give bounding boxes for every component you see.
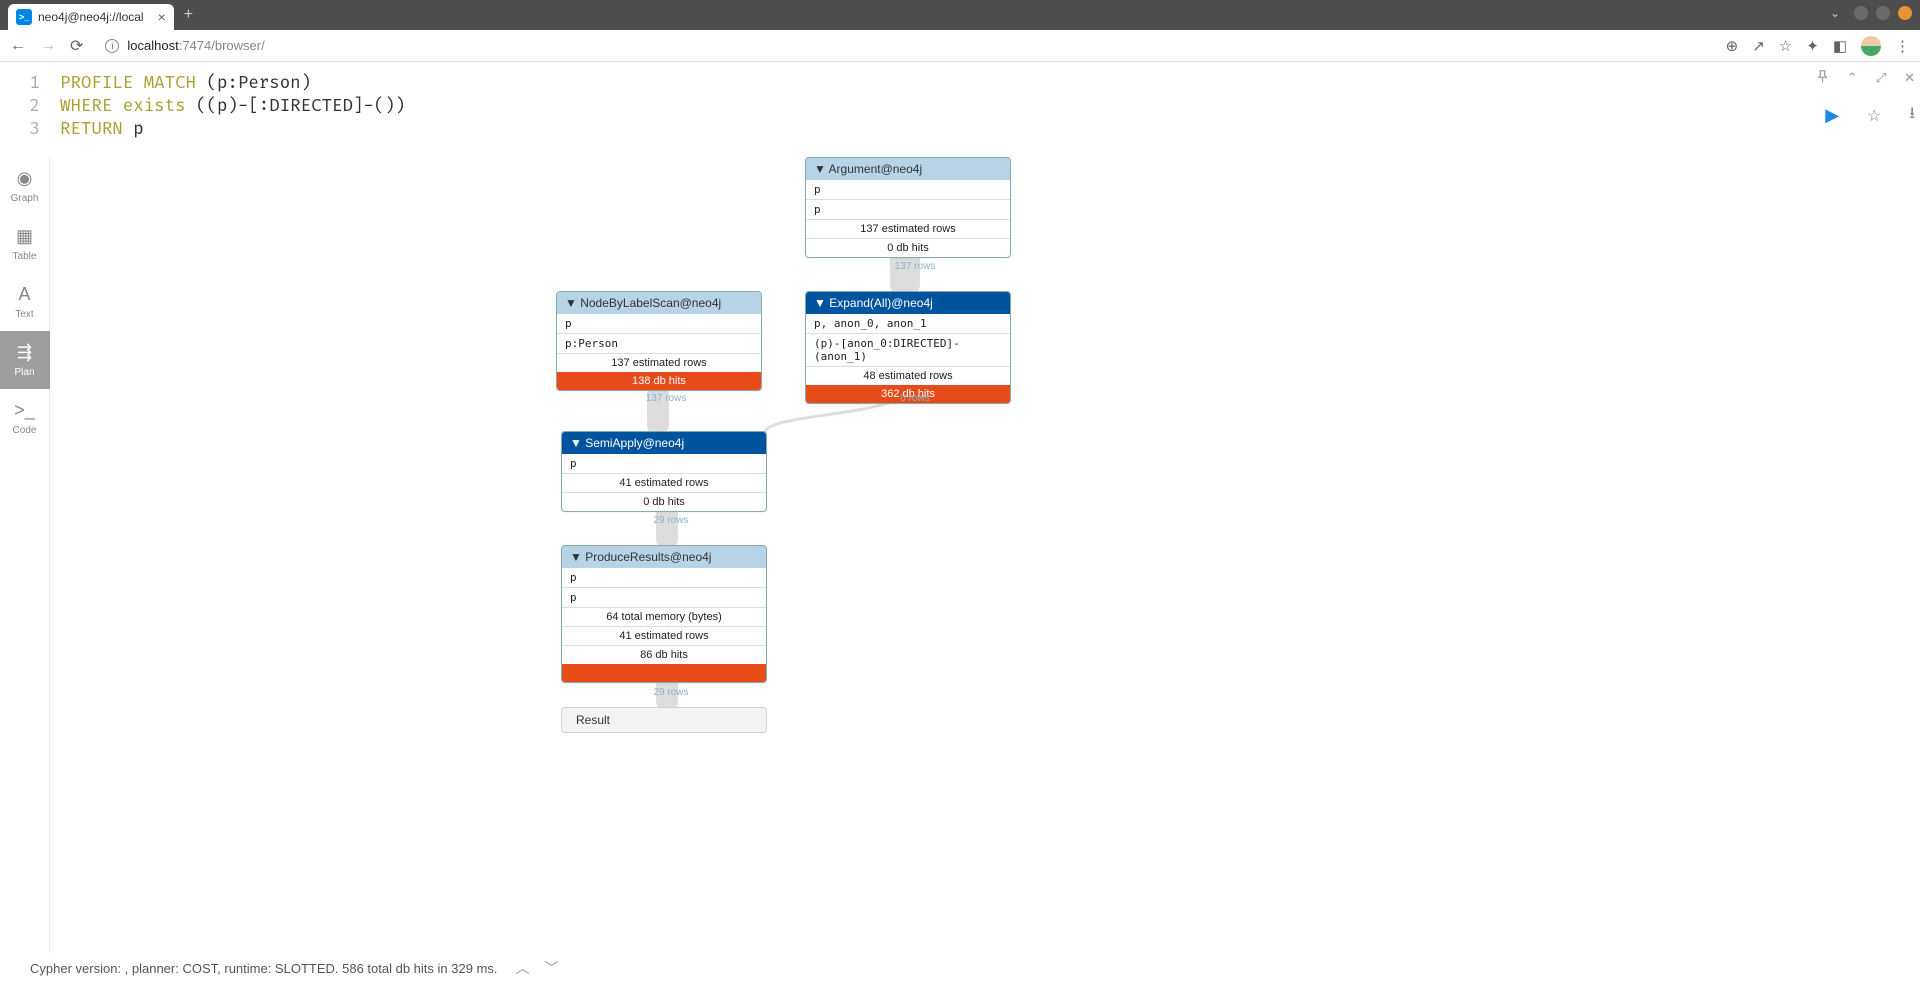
plan-node-stat: 137 estimated rows	[806, 219, 1010, 238]
collapse-icon[interactable]: ⌃	[1847, 70, 1858, 86]
site-info-icon[interactable]: i	[105, 39, 119, 53]
address-bar: ← → ⟳ i localhost:7474/browser/ ⊕ ↗ ☆ ✦ …	[0, 30, 1920, 62]
sidebar-item-label: Code	[13, 425, 37, 436]
chevron-down-icon[interactable]: ⌄	[1830, 6, 1840, 20]
graph-icon: ◉	[17, 168, 33, 189]
plan-node-semiapply[interactable]: ▼ SemiApply@neo4jp41 estimated rows0 db …	[561, 431, 767, 512]
forward-button[interactable]: →	[40, 37, 56, 55]
query-editor-frame: ⌃ ⤢ ✕ 123 PROFILE MATCH (p:Person)WHERE …	[10, 64, 1515, 154]
zoom-icon[interactable]: ⊕	[1726, 37, 1739, 55]
url-path: :7474/browser/	[179, 38, 265, 53]
sidebar-item-label: Graph	[11, 193, 39, 204]
scroll-up-icon[interactable]: ︿	[515, 958, 526, 978]
favorite-button[interactable]: ☆	[1867, 106, 1881, 126]
bookmark-icon[interactable]: ☆	[1779, 37, 1792, 55]
plan-node-header[interactable]: ▼ NodeByLabelScan@neo4j	[557, 292, 761, 314]
plan-icon: ⇶	[17, 342, 32, 363]
window-controls: ⌄	[1830, 6, 1912, 20]
sidebar-item-text[interactable]: A Text	[0, 273, 50, 331]
plan-canvas[interactable]: ▼ Argument@neo4jpp137 estimated rows0 db…	[50, 157, 1920, 953]
extensions-icon[interactable]: ✦	[1806, 37, 1819, 55]
sidebar-item-plan[interactable]: ⇶ Plan	[0, 331, 50, 389]
window-maximize-button[interactable]	[1876, 6, 1890, 20]
text-icon: A	[18, 284, 30, 305]
download-button[interactable]: ⭳	[1909, 102, 1915, 129]
browser-tab-active[interactable]: >_ neo4j@neo4j://local ×	[8, 4, 174, 30]
plan-node-produceresults[interactable]: ▼ ProduceResults@neo4jpp64 total memory …	[561, 545, 767, 683]
window-minimize-button[interactable]	[1854, 6, 1868, 20]
code-icon: >_	[14, 400, 35, 421]
close-tab-icon[interactable]: ×	[158, 9, 166, 25]
editor-gutter: 123	[10, 72, 50, 141]
frame-controls: ⌃ ⤢ ✕	[1816, 70, 1915, 86]
sidebar-item-label: Text	[15, 309, 33, 320]
scroll-down-icon[interactable]: ﹀	[544, 958, 555, 978]
plan-node-header[interactable]: ▼ Argument@neo4j	[806, 158, 1010, 180]
plan-node-dbhits	[562, 664, 766, 682]
sidepanel-icon[interactable]: ◧	[1833, 37, 1847, 55]
pin-icon[interactable]	[1816, 70, 1829, 86]
plan-edge-label: 137 rows	[626, 393, 706, 404]
plan-node-detail: p	[562, 587, 766, 607]
plan-node-stat: 48 estimated rows	[806, 366, 1010, 385]
result-view-sidebar: ◉ Graph ▦ Table A Text ⇶ Plan >_ Code	[0, 157, 50, 953]
plan-node-detail: p	[562, 568, 766, 587]
status-bar: Cypher version: , planner: COST, runtime…	[0, 953, 1920, 983]
sidebar-item-graph[interactable]: ◉ Graph	[0, 157, 50, 215]
sidebar-item-label: Plan	[14, 367, 34, 378]
run-controls: ▶ ☆ ⭳	[1825, 102, 1915, 129]
table-icon: ▦	[16, 226, 33, 247]
plan-node-expandall[interactable]: ▼ Expand(All)@neo4jp, anon_0, anon_1(p)-…	[805, 291, 1011, 404]
plan-node-detail: p:Person	[557, 333, 761, 353]
toolbar-right: ⊕ ↗ ☆ ✦ ◧ ⋮	[1726, 36, 1910, 56]
plan-edge-label: 137 rows	[875, 261, 955, 272]
tab-title: neo4j@neo4j://local	[38, 10, 144, 24]
plan-node-stat: 41 estimated rows	[562, 473, 766, 492]
plan-result-node: Result	[561, 707, 767, 733]
new-tab-button[interactable]: +	[184, 6, 193, 24]
reload-button[interactable]: ⟳	[70, 36, 83, 56]
plan-node-argument[interactable]: ▼ Argument@neo4jpp137 estimated rows0 db…	[805, 157, 1011, 258]
sidebar-item-code[interactable]: >_ Code	[0, 389, 50, 447]
plan-node-header[interactable]: ▼ ProduceResults@neo4j	[562, 546, 766, 568]
plan-node-detail: p	[562, 454, 766, 473]
plan-edge-label: 29 rows	[631, 687, 711, 698]
plan-node-stat: 64 total memory (bytes)	[562, 607, 766, 626]
plan-node-header[interactable]: ▼ SemiApply@neo4j	[562, 432, 766, 454]
neo4j-browser: ⌃ ⤢ ✕ 123 PROFILE MATCH (p:Person)WHERE …	[0, 62, 1920, 983]
back-button[interactable]: ←	[10, 37, 26, 55]
plan-node-nodebylabel[interactable]: ▼ NodeByLabelScan@neo4jpp:Person137 esti…	[556, 291, 762, 391]
url-host: localhost	[127, 38, 178, 53]
profile-avatar[interactable]	[1861, 36, 1881, 56]
plan-node-dbhits: 138 db hits	[557, 372, 761, 390]
plan-node-detail: p	[806, 199, 1010, 219]
plan-node-detail: p	[557, 314, 761, 333]
plan-node-detail: p	[806, 180, 1010, 199]
neo4j-favicon: >_	[16, 9, 32, 25]
plan-node-stat: 0 db hits	[562, 492, 766, 511]
plan-node-header[interactable]: ▼ Expand(All)@neo4j	[806, 292, 1010, 314]
menu-icon[interactable]: ⋮	[1895, 37, 1910, 55]
plan-node-stat: 137 estimated rows	[557, 353, 761, 372]
run-query-button[interactable]: ▶	[1825, 105, 1839, 126]
url-input[interactable]: i localhost:7474/browser/	[97, 38, 1711, 53]
tab-strip: >_ neo4j@neo4j://local × + ⌄	[0, 0, 1920, 30]
plan-node-detail: p, anon_0, anon_1	[806, 314, 1010, 333]
close-frame-icon[interactable]: ✕	[1904, 70, 1915, 86]
plan-node-detail: (p)-[anon_0:DIRECTED]-(anon_1)	[806, 333, 1010, 366]
expand-icon[interactable]: ⤢	[1876, 70, 1886, 86]
sidebar-item-label: Table	[13, 251, 37, 262]
browser-chrome: >_ neo4j@neo4j://local × + ⌄ ← → ⟳ i loc…	[0, 0, 1920, 62]
share-icon[interactable]: ↗	[1752, 37, 1765, 55]
window-close-button[interactable]	[1898, 6, 1912, 20]
plan-node-stat: 86 db hits	[562, 645, 766, 664]
plan-edge-label: 0 rows	[875, 393, 955, 404]
plan-edge-label: 29 rows	[631, 515, 711, 526]
plan-node-stat: 0 db hits	[806, 238, 1010, 257]
sidebar-item-table[interactable]: ▦ Table	[0, 215, 50, 273]
editor-code[interactable]: PROFILE MATCH (p:Person)WHERE exists ((p…	[60, 72, 405, 141]
plan-node-stat: 41 estimated rows	[562, 626, 766, 645]
status-text: Cypher version: , planner: COST, runtime…	[30, 961, 497, 976]
